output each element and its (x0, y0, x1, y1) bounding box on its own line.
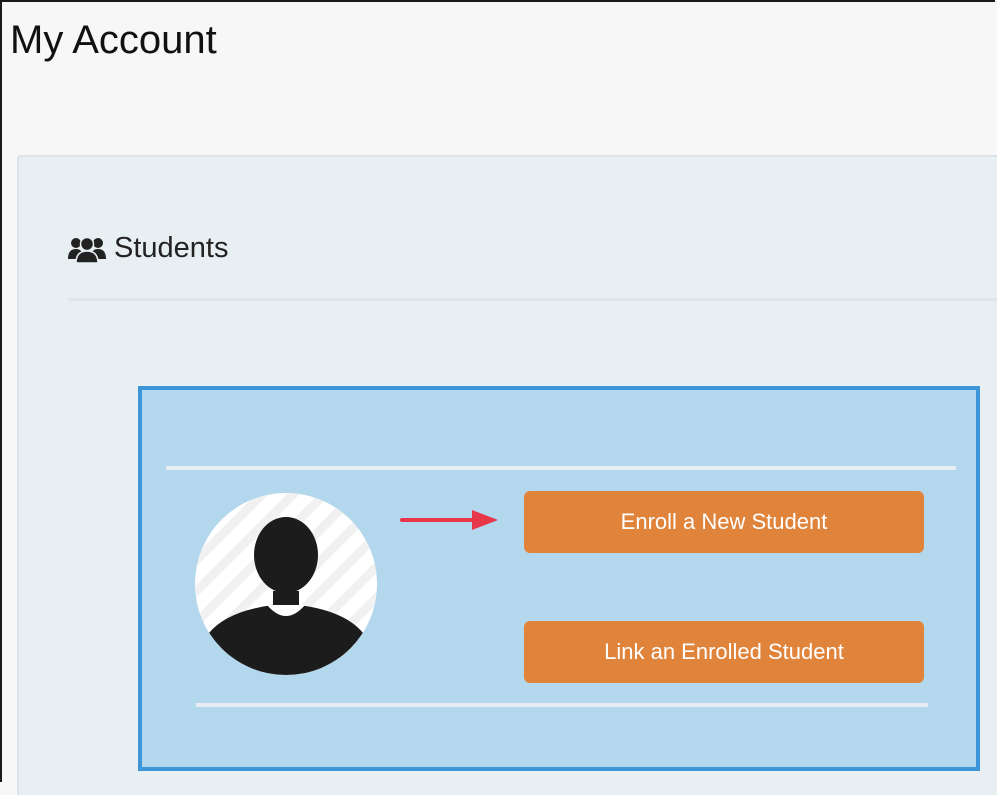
card-divider-bottom (196, 703, 928, 707)
arrow-right-icon (400, 508, 500, 532)
enroll-new-student-button[interactable]: Enroll a New Student (524, 491, 924, 553)
section-divider (68, 298, 997, 301)
card-divider-top (166, 466, 956, 470)
section-title: Students (114, 232, 229, 264)
user-avatar-icon (195, 493, 377, 675)
link-enrolled-student-button[interactable]: Link an Enrolled Student (524, 621, 924, 683)
student-card: Enroll a New Student Link an Enrolled St… (138, 386, 980, 771)
students-section-header: Students (68, 232, 228, 265)
users-icon (68, 235, 106, 264)
page-title: My Account (10, 18, 217, 62)
